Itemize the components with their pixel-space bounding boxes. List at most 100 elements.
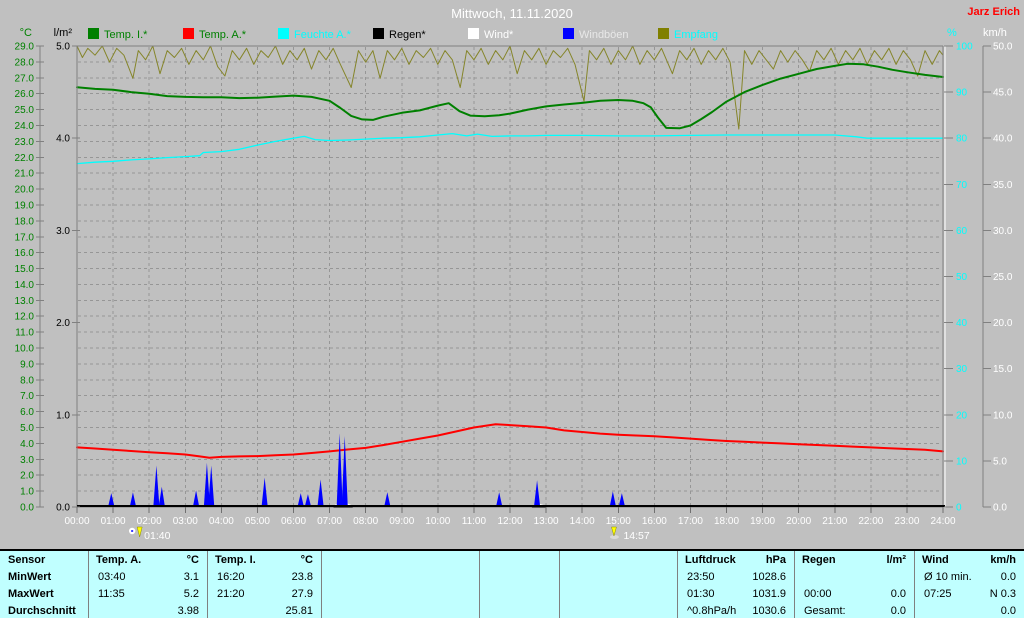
svg-text:15:00: 15:00 [606, 516, 631, 527]
svg-text:3.0: 3.0 [56, 226, 70, 237]
grid [78, 47, 942, 506]
svg-text:7.0: 7.0 [20, 391, 34, 402]
svg-text:25.0: 25.0 [993, 272, 1013, 283]
svg-text:14:00: 14:00 [570, 516, 595, 527]
table-row-label: MinWert [8, 571, 52, 583]
svg-text:2.0: 2.0 [20, 471, 34, 482]
svg-text:10.0: 10.0 [993, 410, 1013, 421]
axis-percent: 0 10 20 30 40 50 60 70 80 90 100 [944, 42, 973, 514]
table-cell-value: 23.8 [291, 571, 313, 583]
plot-border [76, 45, 946, 508]
svg-text:19:00: 19:00 [750, 516, 775, 527]
svg-text:50.0: 50.0 [993, 42, 1013, 53]
table-cell-value: 1030.6 [752, 605, 786, 617]
table-cell-value: 0.0 [890, 605, 906, 617]
svg-text:01:00: 01:00 [101, 516, 126, 527]
svg-text:04:00: 04:00 [209, 516, 234, 527]
table-divider [559, 551, 560, 618]
svg-text:25.0: 25.0 [15, 105, 35, 116]
svg-text:26.0: 26.0 [15, 89, 35, 100]
svg-text:19.0: 19.0 [15, 200, 35, 211]
svg-text:12:00: 12:00 [497, 516, 522, 527]
svg-text:40.0: 40.0 [993, 134, 1013, 145]
svg-text:4.0: 4.0 [56, 134, 70, 145]
svg-text:24.0: 24.0 [15, 121, 35, 132]
table-row-label: MaxWert [8, 588, 54, 600]
series-windböen [108, 433, 625, 506]
series-empfang [76, 45, 944, 130]
svg-text:23.0: 23.0 [15, 137, 35, 148]
svg-text:24:00: 24:00 [930, 516, 955, 527]
series-temp-a- [76, 423, 944, 459]
svg-text:0.0: 0.0 [56, 503, 70, 514]
table-cell-value: N 0.3 [989, 588, 1016, 600]
svg-text:18:00: 18:00 [714, 516, 739, 527]
svg-text:10:00: 10:00 [425, 516, 450, 527]
svg-text:100: 100 [956, 42, 973, 53]
svg-text:5.0: 5.0 [20, 423, 34, 434]
svg-text:17:00: 17:00 [678, 516, 703, 527]
table-cell-value: 5.2 [183, 588, 199, 600]
table-row-label: Sensor [8, 554, 46, 566]
svg-text:29.0: 29.0 [15, 42, 35, 53]
svg-text:60: 60 [956, 226, 968, 237]
table-col-unit: l/m² [886, 554, 906, 566]
table-col-unit: °C [300, 554, 313, 566]
table-cell-value: 3.1 [183, 571, 199, 583]
svg-text:9.0: 9.0 [20, 359, 34, 370]
svg-text:8.0: 8.0 [20, 375, 34, 386]
axis-kmh: 0.0 5.0 10.0 15.0 20.0 25.0 30.0 35.0 40.0 45.0 50… [982, 42, 1013, 514]
svg-text:20.0: 20.0 [15, 185, 35, 196]
table-cell-value: 1031.9 [752, 588, 786, 600]
table-divider [321, 551, 322, 618]
svg-text:50: 50 [956, 272, 968, 283]
svg-text:5.0: 5.0 [56, 42, 70, 53]
svg-text:1.0: 1.0 [56, 410, 70, 421]
svg-text:20.0: 20.0 [993, 318, 1013, 329]
svg-text:02:00: 02:00 [137, 516, 162, 527]
svg-text:30: 30 [956, 364, 968, 375]
svg-text:00:00: 00:00 [64, 516, 89, 527]
svg-text:20:00: 20:00 [786, 516, 811, 527]
table-col-unit: °C [186, 554, 199, 566]
svg-text:10: 10 [956, 456, 968, 467]
table-cell-value: 0.0 [1000, 571, 1016, 583]
svg-text:35.0: 35.0 [993, 180, 1013, 191]
svg-text:10.0: 10.0 [15, 344, 35, 355]
rise-marker-icon: 01:40 [128, 526, 171, 542]
svg-text:23:00: 23:00 [894, 516, 919, 527]
svg-text:20: 20 [956, 410, 968, 421]
svg-text:11:00: 11:00 [462, 516, 487, 527]
svg-text:15.0: 15.0 [15, 264, 35, 275]
svg-text:30.0: 30.0 [993, 226, 1013, 237]
svg-text:0.0: 0.0 [20, 503, 34, 514]
svg-text:13.0: 13.0 [15, 296, 35, 307]
table-cell-value: 27.9 [291, 588, 313, 600]
summary-table: Sensor MinWert MaxWert Durchschnitt Temp. A.… [0, 549, 1024, 618]
axis-rain_lm2: 0.0 1.0 2.0 3.0 4.0 5.0 [56, 42, 80, 514]
svg-text:45.0: 45.0 [993, 88, 1013, 99]
svg-text:28.0: 28.0 [15, 57, 35, 68]
weather-chart: 0.0 1.0 2.0 3.0 4.0 5.0 6.0 7.0 8.0 9.0 10.0 11.0 12… [15, 42, 1013, 543]
table-cell-value: 0.0 [1000, 605, 1016, 617]
table-cell-value: 1028.6 [752, 571, 786, 583]
table-col-unit: hPa [765, 554, 786, 566]
axis-temp_c: 0.0 1.0 2.0 3.0 4.0 5.0 6.0 7.0 8.0 9.0 10.0 11.0 12… [15, 42, 44, 514]
svg-text:3.0: 3.0 [20, 455, 34, 466]
svg-text:18.0: 18.0 [15, 216, 35, 227]
table-cell-value: 3.98 [177, 605, 199, 617]
marker-time: 14:57 [623, 530, 649, 542]
svg-text:14.0: 14.0 [15, 280, 35, 291]
svg-text:0: 0 [956, 503, 962, 514]
svg-text:27.0: 27.0 [15, 73, 35, 84]
svg-text:05:00: 05:00 [245, 516, 270, 527]
svg-text:07:00: 07:00 [317, 516, 342, 527]
table-cell-value: 25.81 [285, 605, 313, 617]
svg-text:90: 90 [956, 88, 968, 99]
svg-text:12.0: 12.0 [15, 312, 35, 323]
svg-text:21:00: 21:00 [822, 516, 847, 527]
table-cell-value: 0.0 [890, 588, 906, 600]
svg-text:6.0: 6.0 [20, 407, 34, 418]
svg-text:16:00: 16:00 [642, 516, 667, 527]
table-row-label: Durchschnitt [8, 605, 76, 617]
